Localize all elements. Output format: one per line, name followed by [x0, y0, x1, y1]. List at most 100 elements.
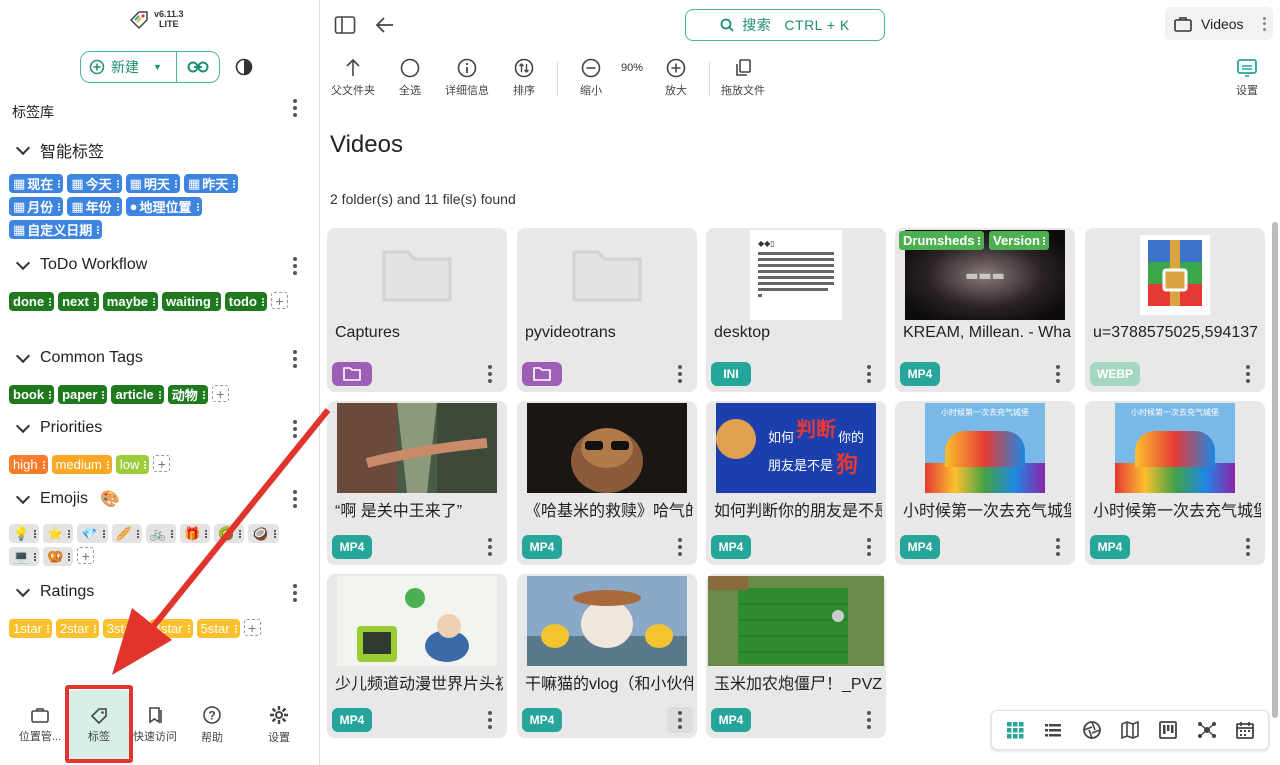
zoom-out-button[interactable]: 缩小 — [580, 58, 602, 98]
file-menu-icon[interactable] — [677, 538, 683, 556]
file-card[interactable]: 玉米加农炮僵尸！_PVZ MP4 — [706, 574, 886, 738]
file-card[interactable]: 干嘛猫的vlog（和小伙伴 MP4 — [517, 574, 697, 738]
group-menu-icon[interactable] — [292, 584, 298, 602]
graph-view-icon[interactable] — [1197, 720, 1217, 740]
tag-emoji-laptop[interactable]: 💻 — [9, 547, 40, 566]
group-menu-icon[interactable] — [292, 420, 298, 438]
add-tag-button[interactable]: + — [153, 455, 171, 472]
file-card[interactable]: ▬▬▬ Drumsheds Version KREAM, Millean. - … — [895, 228, 1075, 392]
file-tag-version[interactable]: Version — [989, 231, 1049, 250]
file-card[interactable]: 小时候第一次去充气城堡 小时候第一次去充气城堡 MP4 — [1085, 401, 1265, 565]
file-card[interactable]: 少儿频道动漫世界片头初 MP4 — [327, 574, 507, 738]
file-card[interactable]: ◆◆▯ desktop INI — [706, 228, 886, 392]
tag-book[interactable]: book — [9, 385, 55, 404]
group-menu-icon[interactable] — [292, 490, 298, 508]
dropdown-caret-icon[interactable]: ▼ — [153, 62, 162, 72]
nav-quick-access[interactable]: 快速访问 — [125, 690, 185, 760]
drop-files-button[interactable]: 拖放文件 — [721, 58, 765, 98]
tag-month[interactable]: ▦ 月份 — [9, 197, 64, 216]
search-button[interactable]: 搜索 CTRL + K — [685, 9, 885, 41]
map-view-icon[interactable] — [1120, 720, 1140, 740]
group-emojis[interactable]: Emojis 🎨 — [15, 489, 120, 509]
calendar-view-icon[interactable] — [1235, 720, 1255, 740]
group-priorities[interactable]: Priorities — [15, 418, 102, 437]
file-card[interactable]: pyvideotrans — [517, 228, 697, 392]
library-menu-icon[interactable] — [292, 99, 298, 117]
tag-custom-date[interactable]: ▦ 自定义日期 — [9, 220, 103, 239]
tag-now[interactable]: ▦ 现在 — [9, 174, 64, 193]
kanban-view-icon[interactable] — [1158, 720, 1178, 740]
grid-view-icon[interactable] — [1005, 720, 1025, 740]
file-card[interactable]: Captures — [327, 228, 507, 392]
tag-animal[interactable]: 动物 — [167, 385, 208, 404]
zoom-in-button[interactable]: 放大 — [665, 58, 687, 98]
add-tag-button[interactable]: + — [211, 385, 229, 402]
file-menu-icon[interactable] — [1245, 538, 1251, 556]
group-ratings[interactable]: Ratings — [15, 582, 94, 601]
location-button[interactable]: Videos — [1165, 7, 1273, 40]
gallery-view-icon[interactable] — [1082, 720, 1102, 740]
add-tag-button[interactable]: + — [77, 547, 95, 564]
nav-help[interactable]: ? 帮助 — [182, 690, 242, 760]
tag-location[interactable]: ● 地理位置 — [125, 197, 202, 216]
group-common-tags[interactable]: Common Tags — [15, 348, 143, 367]
group-menu-icon[interactable] — [292, 257, 298, 275]
file-card[interactable]: 如何 判断 你的 朋友是不是 狗 如何判断你的朋友是不是 MP4 — [706, 401, 886, 565]
tag-emoji-coconut[interactable]: 🥥 — [248, 524, 279, 543]
tag-tomorrow[interactable]: ▦ 明天 — [125, 174, 180, 193]
tag-done[interactable]: done — [9, 292, 55, 311]
tag-maybe[interactable]: maybe — [102, 292, 158, 311]
file-card[interactable]: “啊 是关中王来了” MP4 — [327, 401, 507, 565]
group-todo[interactable]: ToDo Workflow — [15, 255, 147, 274]
tag-medium[interactable]: medium — [51, 455, 112, 474]
tag-year[interactable]: ▦ 年份 — [67, 197, 122, 216]
file-tag-drumsheds[interactable]: Drumsheds — [899, 231, 984, 250]
tag-high[interactable]: high — [9, 455, 48, 474]
toggle-sidebar-icon[interactable] — [334, 15, 356, 40]
file-menu-icon[interactable] — [487, 711, 493, 729]
tag-today[interactable]: ▦ 今天 — [67, 174, 122, 193]
file-card[interactable]: 《哈基米的救赎》哈气的 MP4 — [517, 401, 697, 565]
file-menu-icon[interactable] — [487, 538, 493, 556]
view-settings-button[interactable]: 设置 — [1236, 58, 1258, 98]
scrollbar[interactable] — [1272, 222, 1278, 718]
file-menu-icon[interactable] — [1245, 365, 1251, 383]
tag-article[interactable]: article — [111, 385, 164, 404]
tag-next[interactable]: next — [58, 292, 99, 311]
add-tag-button[interactable]: + — [270, 292, 288, 309]
tag-2star[interactable]: 2star — [55, 619, 99, 638]
file-menu-icon[interactable] — [1055, 365, 1061, 383]
tag-waiting[interactable]: waiting — [162, 292, 221, 311]
parent-folder-button[interactable]: 父文件夹 — [331, 58, 375, 98]
tag-emoji-star[interactable]: ⭐ — [43, 524, 74, 543]
tag-5star[interactable]: 5star — [196, 619, 240, 638]
tag-emoji-gem[interactable]: 💎 — [77, 524, 108, 543]
select-all-button[interactable]: 全选 — [399, 58, 421, 98]
nav-locations[interactable]: 位置管... — [10, 690, 70, 760]
file-menu-icon[interactable] — [677, 365, 683, 383]
location-menu-icon[interactable] — [1262, 16, 1268, 31]
file-menu-icon[interactable] — [866, 711, 872, 729]
tag-4star[interactable]: 4star — [149, 619, 193, 638]
file-card[interactable]: 小时候第一次去充气城堡 小时候第一次去充气城堡 MP4 — [895, 401, 1075, 565]
tag-emoji-bike[interactable]: 🚲 — [145, 524, 176, 543]
tag-emoji-kiwi[interactable]: 🥝 — [214, 524, 245, 543]
file-card[interactable]: u=3788575025,594137 WEBP — [1085, 228, 1265, 392]
tag-1star[interactable]: 1star — [9, 619, 52, 638]
list-view-icon[interactable] — [1043, 720, 1063, 740]
file-menu-icon[interactable] — [487, 365, 493, 383]
tag-emoji-gift[interactable]: 🎁 — [179, 524, 211, 543]
tag-yesterday[interactable]: ▦ 昨天 — [183, 174, 239, 193]
tag-3star[interactable]: 3star — [102, 619, 146, 638]
group-menu-icon[interactable] — [292, 350, 298, 368]
tag-low[interactable]: low — [115, 455, 150, 474]
tag-todo[interactable]: todo — [224, 292, 267, 311]
add-tag-button[interactable]: + — [243, 619, 261, 636]
details-button[interactable]: 详细信息 — [445, 58, 489, 98]
file-menu-icon[interactable] — [866, 365, 872, 383]
file-menu-icon[interactable] — [866, 538, 872, 556]
theme-toggle-icon[interactable] — [235, 58, 253, 81]
tag-paper[interactable]: paper — [58, 385, 108, 404]
new-button[interactable]: 新建 ▼ — [81, 52, 177, 82]
tag-emoji-pretzel[interactable]: 🥨 — [43, 547, 74, 566]
